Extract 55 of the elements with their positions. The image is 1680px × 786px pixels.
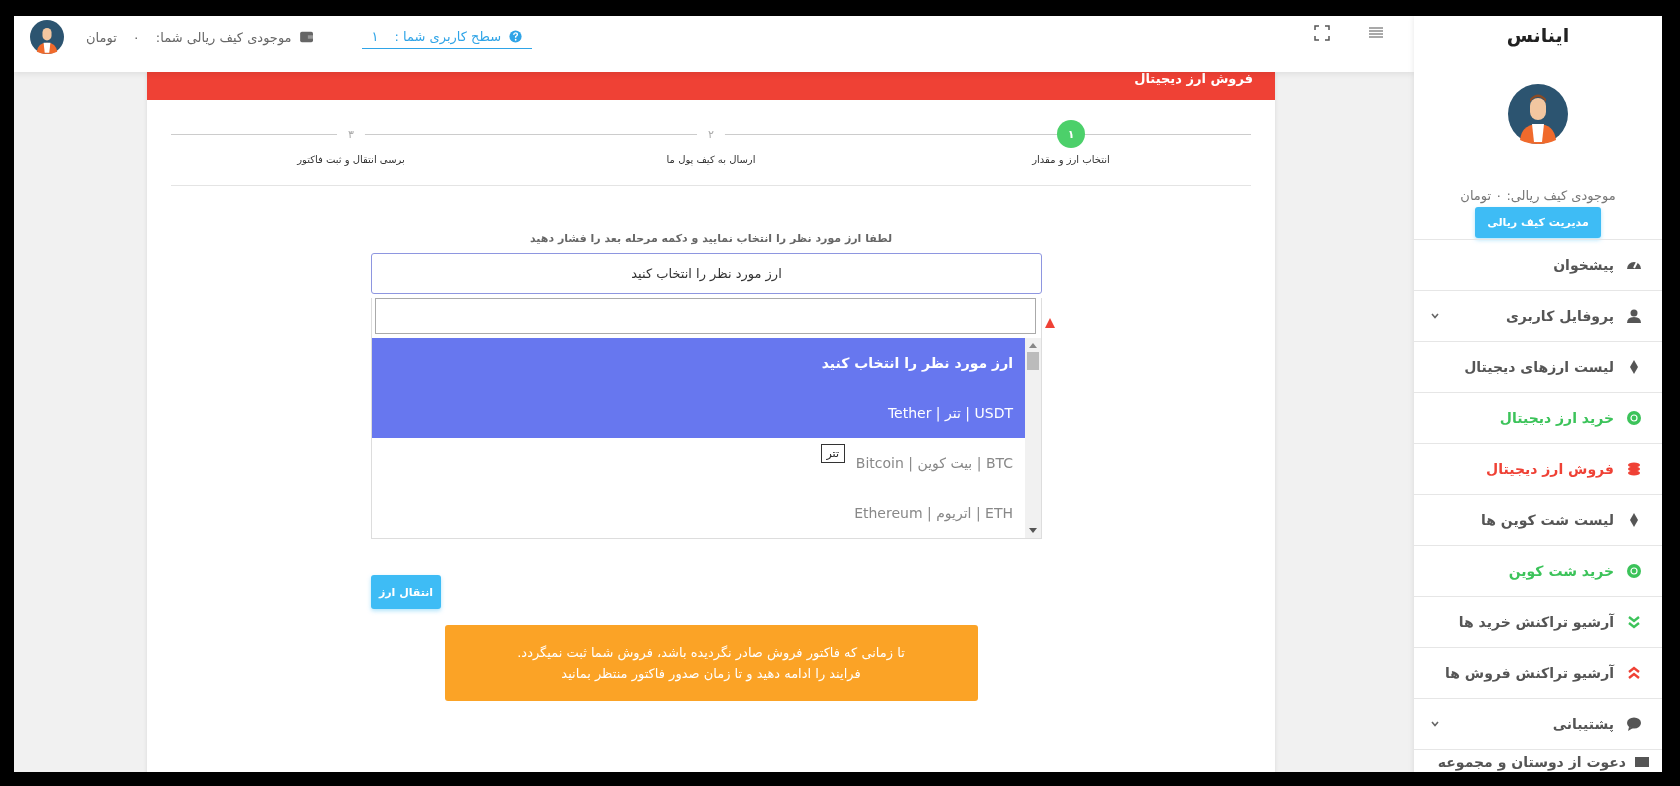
scroll-thumb[interactable] <box>1027 352 1039 370</box>
card-title: فروش ارز دیجیتال <box>1134 72 1253 86</box>
dropdown-option[interactable]: Ethereum | اتریوم | ETH <box>854 505 1013 521</box>
alert-text: تا زمانی که فاکتور فروش صادر نگردیده باشد، فروش شما ثبت نمیگردد. <box>516 645 906 660</box>
user-level[interactable]: سطح کاربری شما : ١ <box>361 25 533 49</box>
scrollbar[interactable] <box>1025 338 1041 538</box>
search-field[interactable] <box>375 298 1036 334</box>
card-icon <box>1634 754 1650 770</box>
double-chevron-up-icon <box>1626 665 1642 681</box>
currency-select[interactable]: ارز مورد نظر را انتخاب کنید <box>371 253 1042 294</box>
transfer-button[interactable]: انتقال ارز <box>371 575 441 609</box>
menu-item[interactable]: خرید ارز دیجیتال <box>1414 392 1662 443</box>
double-chevron-down-icon <box>1626 614 1642 630</box>
menu-item[interactable]: دعوت از دوستان و مجموعه <box>1414 749 1662 772</box>
wallet-label: موجودی کیف ریالی شما: <box>155 29 292 45</box>
fullscreen-icon[interactable] <box>1314 25 1330 41</box>
menu-item[interactable]: پروفایل کاربری <box>1414 290 1662 341</box>
currency-unit: تومان <box>86 29 117 45</box>
step-number: ١ <box>1057 120 1085 148</box>
chevron-down-icon <box>1430 311 1440 321</box>
brand-title: اینانس <box>1506 24 1570 46</box>
menu-item[interactable]: آرشیو تراکنش فروش ها <box>1414 647 1662 698</box>
coin-icon <box>1626 410 1642 426</box>
menu-item[interactable]: لیست ارزهای دیجیتال <box>1414 341 1662 392</box>
menu-item[interactable]: لیست شت کوین ها <box>1414 494 1662 545</box>
menu-item[interactable]: فروش ارز دیجیتال <box>1414 443 1662 494</box>
avatar-icon <box>1508 84 1568 144</box>
scroll-up-icon[interactable] <box>1029 342 1037 348</box>
help-icon <box>509 30 523 43</box>
menu-icon[interactable] <box>1368 25 1384 41</box>
tooltip: تتر <box>820 444 845 463</box>
manage-wallet-button[interactable]: مدیریت کیف ریالی <box>1475 207 1601 238</box>
coins-icon <box>1626 461 1642 477</box>
wallet-balance: موجودی کیف ریالی: ٠ تومان <box>1460 188 1616 203</box>
menu-item[interactable]: خرید شت کوین <box>1414 545 1662 596</box>
dropdown-option[interactable]: Tether | تتر | USDT <box>887 405 1013 421</box>
warning-icon <box>1045 318 1055 328</box>
step-label: برسی انتقال و ثبت فاکتور <box>297 154 405 165</box>
menu-item[interactable]: آرشیو تراکنش خرید ها <box>1414 596 1662 647</box>
avatar-icon[interactable] <box>30 20 64 54</box>
dropdown-option[interactable]: ارز مورد نظر را انتخاب کنید <box>821 355 1013 371</box>
wallet-icon <box>299 31 314 43</box>
instruction-text: لطفا ارز مورد نظر را انتخاب نمایید و دکمه مرحله بعد را فشار دهید <box>529 232 893 245</box>
scroll-down-icon[interactable] <box>1029 528 1037 534</box>
menu-item[interactable]: پیشخوان <box>1414 239 1662 290</box>
wallet-amount: ٠ <box>132 29 140 45</box>
user-icon <box>1626 308 1642 324</box>
alert-text: فرایند را ادامه دهید و تا زمان صدور فاکتور منتظر بمانید <box>560 666 862 681</box>
step-label: انتخاب ارز و مقدار <box>1032 154 1110 165</box>
dropdown-option[interactable]: Bitcoin | بیت کوین | BTC <box>855 455 1013 471</box>
coin-icon <box>1626 563 1642 579</box>
chevron-down-icon <box>1430 719 1440 729</box>
menu-item[interactable]: پشتیبانی <box>1414 698 1662 749</box>
step-label: ارسال به کیف پول ما <box>666 154 756 165</box>
chat-icon <box>1626 716 1642 732</box>
